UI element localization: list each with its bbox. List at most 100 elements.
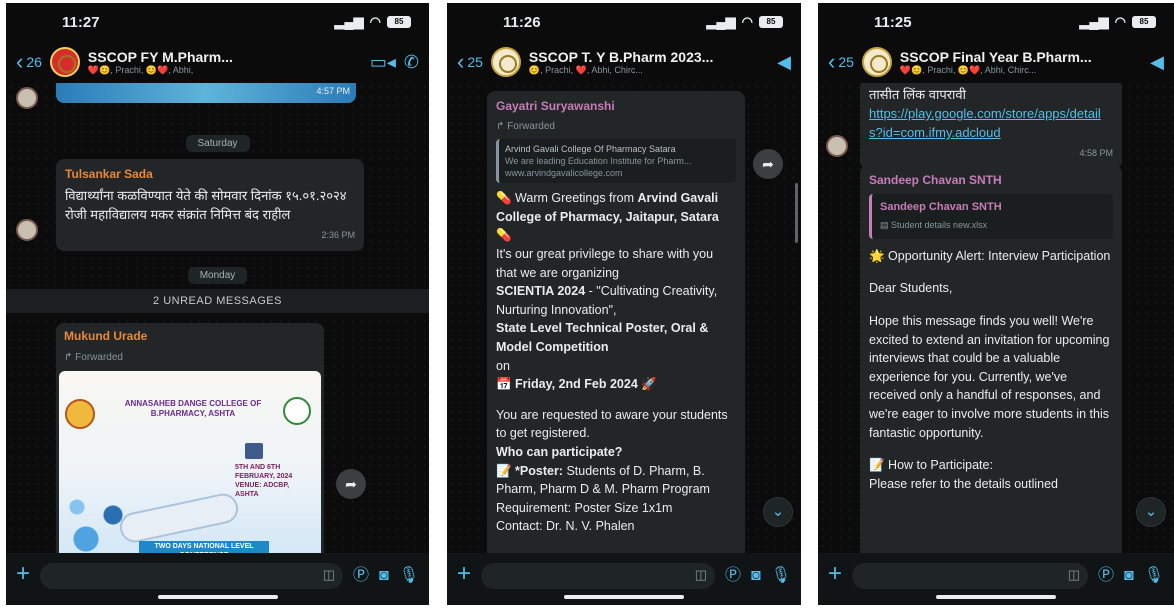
message-paragraph: Dear Students, bbox=[869, 281, 953, 296]
message-paragraph: It's our great privilege to share with y… bbox=[496, 246, 714, 280]
status-icons: ▂▄▆ ◠ 85 bbox=[706, 14, 783, 30]
text-span-bold: 📝 *Poster: bbox=[496, 463, 563, 478]
unread-count: 25 bbox=[838, 54, 854, 70]
text-span: 💊 bbox=[496, 228, 512, 243]
quoted-message[interactable]: Sandeep Chavan SNTH ▤ Student details ne… bbox=[869, 193, 1113, 239]
link-preview[interactable]: Arvind Gavali College Of Pharmacy Satara… bbox=[496, 139, 736, 184]
group-members: ❤️😊, Prachi, 😊❤️, Abhi, Chirc... bbox=[899, 64, 1037, 75]
message-paragraph: 📝 *Poster: Students of D. Pharm, B. Phar… bbox=[496, 462, 736, 499]
sender-name: Mukund Urade bbox=[64, 329, 148, 343]
message-text: विद्यार्थ्यांना कळविण्यात येते की सोमवार… bbox=[65, 188, 347, 222]
message-input[interactable]: ◫ bbox=[40, 563, 343, 589]
sticker-icon[interactable]: ◫ bbox=[1068, 567, 1080, 583]
sender-avatar[interactable] bbox=[16, 87, 38, 109]
status-icons: ▂▄▆ ◠ 85 bbox=[334, 14, 411, 30]
share-icon[interactable]: ➦ bbox=[336, 469, 366, 499]
status-bar: 11:25 ▂▄▆ ◠ 85 bbox=[818, 3, 1174, 41]
sticker-icon[interactable]: ◫ bbox=[323, 567, 335, 583]
unread-count: 26 bbox=[26, 54, 42, 70]
chat-area[interactable]: तासीत लिंक वापरावी https://play.google.c… bbox=[818, 83, 1174, 553]
sender-name: Tulsankar Sada bbox=[65, 167, 153, 181]
mic-icon[interactable]: 🎙 bbox=[771, 563, 791, 589]
back-button[interactable]: ‹ 25 bbox=[828, 51, 854, 73]
message-paragraph: Requirement: Poster Size 1x1m bbox=[496, 500, 673, 515]
mic-icon[interactable]: 🎙 bbox=[1144, 563, 1164, 589]
payment-icon[interactable]: Ⓟ bbox=[353, 563, 369, 589]
group-title-box[interactable]: SSCOP T. Y B.Pharm 2023... 😊, Prachi, ❤️… bbox=[529, 49, 769, 76]
home-indicator[interactable] bbox=[936, 595, 1056, 599]
message-input[interactable]: ◫ bbox=[852, 563, 1088, 589]
signal-icon: ▂▄▆ bbox=[1079, 14, 1109, 29]
home-indicator[interactable] bbox=[564, 595, 684, 599]
sender-avatar[interactable] bbox=[16, 219, 38, 241]
text-span-bold: SCIENTIA 2024 bbox=[496, 284, 586, 299]
sender-name: Gayatri Suryawanshi bbox=[496, 99, 615, 113]
scroll-down-icon[interactable]: ⌄ bbox=[1136, 497, 1166, 527]
forwarded-label: ↱ Forwarded bbox=[64, 352, 123, 363]
image-message[interactable]: 4:57 PM bbox=[56, 83, 356, 103]
poster-image[interactable]: ANNASAHEB DANGE COLLEGE OF B.PHARMACY, A… bbox=[59, 371, 321, 553]
message-link[interactable]: https://play.google.com/store/apps/detai… bbox=[869, 104, 1113, 142]
group-avatar[interactable] bbox=[490, 47, 521, 77]
scroll-down-icon[interactable]: ⌄ bbox=[763, 497, 793, 527]
status-bar: 11:26 ▂▄▆ ◠ 85 bbox=[447, 3, 801, 41]
chevron-left-icon: ‹ bbox=[16, 49, 24, 74]
image-message[interactable]: Mukund Urade ↱ Forwarded ANNASAHEB DANGE… bbox=[56, 323, 324, 553]
group-avatar[interactable] bbox=[49, 47, 80, 77]
poster-title: ANNASAHEB DANGE COLLEGE OF B.PHARMACY, A… bbox=[124, 399, 262, 418]
date-chip: Saturday bbox=[185, 135, 250, 152]
camera-icon[interactable]: ◙ bbox=[1124, 563, 1134, 589]
group-title-box[interactable]: SSCOP Final Year B.Pharm... ❤️😊, Prachi,… bbox=[900, 49, 1142, 76]
home-indicator[interactable] bbox=[157, 595, 278, 599]
back-button[interactable]: ‹ 26 bbox=[16, 49, 42, 74]
camera-icon[interactable]: ◙ bbox=[751, 563, 761, 589]
date-chip: Monday bbox=[187, 267, 248, 284]
video-icon[interactable]: ▭◂ bbox=[370, 52, 396, 73]
message-paragraph: State Level Technical Poster, Oral & Mod… bbox=[496, 321, 709, 354]
back-button[interactable]: ‹ 25 bbox=[457, 51, 483, 73]
share-icon[interactable]: ➦ bbox=[753, 149, 783, 179]
audio-wave-icon[interactable]: ◀ bbox=[1150, 52, 1164, 73]
message-paragraph: Who can participate? bbox=[496, 444, 623, 459]
group-title-box[interactable]: SSCOP FY M.Pharm... ❤️😊, Prachi, 😊❤️, Ab… bbox=[88, 49, 362, 76]
payment-icon[interactable]: Ⓟ bbox=[1098, 563, 1114, 589]
scrollbar[interactable] bbox=[795, 183, 798, 243]
message-bubble[interactable]: Gayatri Suryawanshi ↱ Forwarded Arvind G… bbox=[487, 91, 745, 553]
screenshot-collage: 11:27 ▂▄▆ ◠ 85 ‹ 26 SSCOP FY M.Pharm... … bbox=[0, 0, 1174, 608]
link-description: We are leading Education Institute for P… bbox=[505, 156, 692, 167]
status-icons: ▂▄▆ ◠ 85 bbox=[1079, 14, 1156, 30]
status-bar: 11:27 ▂▄▆ ◠ 85 bbox=[6, 3, 429, 41]
message-paragraph: Contact: Dr. N. V. Phalen bbox=[496, 519, 635, 534]
message-paragraph: 📅 Friday, 2nd Feb 2024 🚀 bbox=[496, 377, 657, 392]
message-bubble[interactable]: तासीत लिंक वापरावी https://play.google.c… bbox=[860, 83, 1122, 169]
sticker-icon[interactable]: ◫ bbox=[695, 567, 707, 583]
audio-wave-icon[interactable]: ◀ bbox=[777, 52, 791, 73]
message-paragraph: on bbox=[496, 358, 510, 373]
message-bubble[interactable]: Sandeep Chavan SNTH Sandeep Chavan SNTH … bbox=[860, 165, 1122, 553]
phone-screen-ty-bpharm: 11:26 ▂▄▆ ◠ 85 ‹ 25 SSCOP T. Y B.Pharm 2… bbox=[447, 3, 801, 605]
chat-area[interactable]: 4:57 PM Saturday Tulsankar Sada विद्यार्… bbox=[6, 83, 429, 553]
message-input[interactable]: ◫ bbox=[481, 563, 715, 589]
payment-icon[interactable]: Ⓟ bbox=[725, 563, 741, 589]
plus-icon[interactable]: + bbox=[457, 562, 471, 586]
link-url: www.arvindgavalicollege.com bbox=[505, 168, 623, 179]
university-logo bbox=[283, 397, 311, 425]
link-title: Arvind Gavali College Of Pharmacy Satara bbox=[505, 144, 676, 155]
phone-icon[interactable]: ✆ bbox=[404, 52, 419, 73]
group-avatar[interactable] bbox=[861, 47, 892, 77]
message-paragraph: Hope this message finds you well! We're … bbox=[869, 313, 1110, 440]
status-time: 11:27 bbox=[62, 13, 100, 31]
mic-icon[interactable]: 🎙 bbox=[399, 563, 419, 589]
group-title: SSCOP Final Year B.Pharm... bbox=[899, 48, 1092, 65]
chat-area[interactable]: Gayatri Suryawanshi ↱ Forwarded Arvind G… bbox=[447, 83, 801, 553]
message-bubble[interactable]: Tulsankar Sada विद्यार्थ्यांना कळविण्यात… bbox=[56, 159, 364, 251]
message-paragraph: SCIENTIA 2024 - "Cultivating Creativity,… bbox=[496, 282, 736, 319]
plus-icon[interactable]: + bbox=[16, 562, 30, 586]
wifi-icon: ◠ bbox=[741, 14, 753, 29]
sender-avatar[interactable] bbox=[826, 135, 848, 157]
forwarded-label: ↱ Forwarded bbox=[496, 120, 555, 132]
camera-icon[interactable]: ◙ bbox=[379, 563, 389, 589]
plus-icon[interactable]: + bbox=[828, 562, 842, 586]
